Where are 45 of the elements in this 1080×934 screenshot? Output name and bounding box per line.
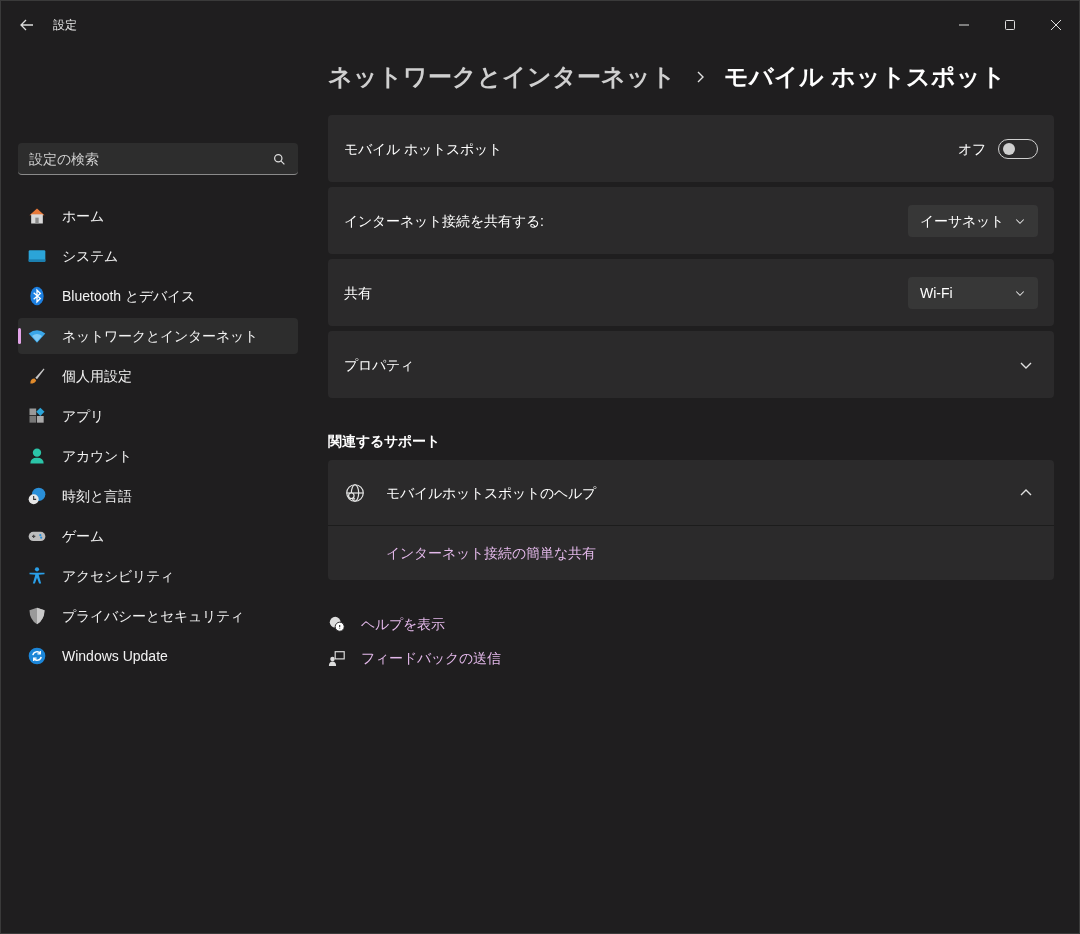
help-card-title: モバイルホットスポットのヘルプ [386, 483, 598, 503]
home-icon [27, 206, 47, 226]
setting-label: インターネット接続を共有する: [344, 211, 545, 231]
toggle-state-label: オフ [958, 139, 986, 159]
feedback-icon [328, 649, 346, 667]
sidebar-item[interactable]: ゲーム [18, 518, 298, 554]
window-title: 設定 [53, 17, 77, 33]
section-heading: 関連するサポート [328, 432, 441, 451]
setting-label: 共有 [344, 283, 373, 303]
sidebar-item[interactable]: アクセシビリティ [18, 558, 298, 594]
sidebar-item[interactable]: Windows Update [18, 638, 298, 674]
shield-icon [27, 606, 47, 626]
dropdown[interactable]: イーサネット [908, 204, 1038, 237]
search-icon [273, 153, 286, 166]
bluetooth-icon [27, 286, 47, 306]
close-icon [1051, 20, 1061, 30]
footer-link[interactable]: フィードバックの送信 [361, 648, 501, 668]
selection-indicator [18, 328, 21, 344]
sidebar-item[interactable]: 時刻と言語 [18, 478, 298, 514]
sidebar-item[interactable]: アプリ [18, 398, 298, 434]
breadcrumb-parent[interactable]: ネットワークとインターネット [328, 59, 676, 95]
accessibility-icon [27, 566, 47, 586]
sidebar-item[interactable]: システム [18, 238, 298, 274]
setting-label: モバイル ホットスポット [344, 139, 503, 159]
help-chat-icon [328, 615, 346, 633]
sidebar-item[interactable]: アカウント [18, 438, 298, 474]
page-title: モバイル ホットスポット [724, 62, 1006, 92]
paintbrush-icon [27, 366, 47, 386]
person-icon [27, 446, 47, 466]
footer-link[interactable]: ヘルプを表示 [361, 614, 445, 634]
sidebar-item[interactable]: 個人用設定 [18, 358, 298, 394]
update-icon [27, 646, 47, 666]
sidebar-item[interactable]: プライバシーとセキュリティ [18, 598, 298, 634]
dropdown[interactable]: Wi-Fi [908, 276, 1038, 309]
search-field[interactable]: 設定の検索 [18, 143, 298, 175]
maximize-icon [1005, 20, 1015, 30]
sidebar-item[interactable]: Bluetooth とデバイス [18, 278, 298, 314]
sidebar-item[interactable]: ネットワークとインターネット [18, 318, 298, 354]
setting-label: プロパティ [344, 355, 415, 375]
globe-search-icon [344, 481, 366, 504]
apps-icon [27, 406, 47, 426]
back-arrow-icon[interactable] [19, 17, 35, 33]
globe-clock-icon [27, 486, 47, 506]
help-link[interactable]: インターネット接続の簡単な共有 [386, 543, 596, 563]
sidebar-item[interactable]: ホーム [18, 198, 298, 234]
